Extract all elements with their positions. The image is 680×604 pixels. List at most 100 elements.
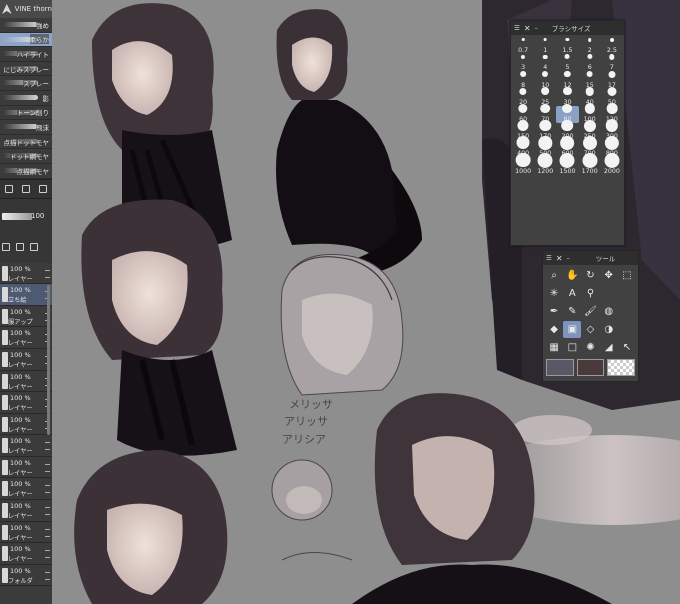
brush-size-option[interactable]: 1700 [579,152,601,175]
brush-size-option[interactable]: 1200 [534,152,556,175]
text-icon[interactable]: A [563,285,581,302]
eraser-icon[interactable]: ◇ [581,321,599,338]
minimize-icon[interactable]: – [567,254,570,262]
brush-stroke-preview [3,22,38,27]
lock-icon[interactable] [16,242,24,251]
grip-icon[interactable]: ☰ [514,24,520,32]
opacity-slider[interactable] [2,212,32,220]
pencil-icon[interactable]: ✎ [563,303,581,320]
layer-item[interactable]: 100 % レイヤー [0,478,52,501]
rotate-icon[interactable]: ↻ [581,267,599,284]
brush-item[interactable]: ドット網モヤ [0,149,52,164]
layer-menu-icon[interactable] [45,269,50,278]
brush-size-dot [586,70,594,78]
brush-size-option[interactable]: 3 [512,54,534,71]
layer-scrollbar[interactable] [47,285,50,435]
fill-icon[interactable]: ◆ [545,321,563,338]
brush-item[interactable]: スプレー [0,76,52,91]
layer-item[interactable]: 100 % レイヤー [0,457,52,479]
pen-icon[interactable]: ✒ [545,303,563,320]
duplicate-brush-icon[interactable] [21,184,30,193]
brush-item[interactable]: 点描網モヤ [0,164,52,179]
layer-menu-icon[interactable] [45,463,50,472]
layer-item[interactable]: 100 % レイヤー [0,543,52,565]
brush-item[interactable]: 影 [0,91,52,106]
brush-item[interactable]: トーン削り [0,106,52,121]
ruler-icon[interactable]: ◢ [600,339,618,356]
brush-item[interactable]: 点描ドットモヤ [0,135,52,150]
layer-item[interactable]: 100 % レイヤー [0,500,52,522]
layer-item[interactable]: 100 % 服アップ [0,306,52,328]
close-icon[interactable]: ✕ [556,254,563,263]
brush-set-header[interactable]: VINE thorn [0,0,52,18]
brush-size-option[interactable]: 6 [579,54,601,71]
close-icon[interactable]: ✕ [524,24,531,33]
minimize-icon[interactable]: – [535,24,538,32]
layer-folder[interactable]: 100 % フォルダ [0,565,52,587]
layer-item[interactable]: 100 % レイヤー [0,349,52,371]
palette-titlebar[interactable]: ☰ ✕ – ツール [543,251,638,265]
layer-menu-icon[interactable] [45,571,50,580]
brush-size-option[interactable]: 2000 [601,152,623,175]
brush-size-option[interactable]: 1000 [512,152,534,175]
layer-menu-icon[interactable] [45,528,50,537]
layer-item-selected[interactable]: 100 % 立ち絵 [0,284,52,306]
zoom-icon[interactable]: ⌕ [545,267,563,284]
main-color-swatch[interactable] [546,359,574,376]
layer-menu-icon[interactable] [45,485,50,494]
brush-size-option[interactable]: 7 [601,54,623,71]
brush-size-option[interactable]: 1.5 [556,37,578,54]
grip-icon[interactable]: ☰ [546,254,552,262]
brush-item-selected[interactable]: 柔らか [0,32,52,48]
layer-item[interactable]: 100 % レイヤー [0,522,52,544]
brush-item[interactable]: にじみスプレー [0,62,52,77]
blend-icon[interactable]: ◑ [600,321,618,338]
brush-size-option[interactable]: 2 [579,37,601,54]
palette-titlebar[interactable]: ☰ ✕ – ブラシサイズ [511,21,624,35]
layer-item[interactable]: 100 % レイヤー [0,263,52,285]
layer-mask-icon[interactable] [2,242,10,251]
brush-size-dot [515,152,531,168]
brush-size-option[interactable]: 1 [534,37,556,54]
transparent-color-swatch[interactable] [607,359,636,376]
layer-menu-icon[interactable] [45,442,50,451]
brush-size-dot [543,38,547,42]
brush-size-option[interactable]: 4 [534,54,556,71]
layer-menu-icon[interactable] [45,507,50,516]
brush-size-option[interactable]: 5 [556,54,578,71]
airbrush-icon[interactable]: ◍ [600,303,618,320]
gradient-icon[interactable]: ▦ [545,339,563,356]
hand-icon[interactable]: ✋ [563,267,581,284]
brush-size-option[interactable]: 0.7 [512,37,534,54]
stamp-icon[interactable]: ▣ [563,321,582,338]
layer-item[interactable]: 100 % レイヤー [0,435,52,457]
brush-size-option[interactable]: 2.5 [601,37,623,54]
eyedropper-icon[interactable]: ⚲ [581,285,599,302]
brush-size-option[interactable]: 1500 [556,152,578,175]
layer-item[interactable]: 100 % レイヤー [0,392,52,414]
layer-menu-icon[interactable] [45,550,50,559]
brush-item[interactable]: 飛沫 [0,120,52,135]
correction-icon[interactable]: ↖ [618,339,636,356]
brush-size-dot [541,87,550,96]
brush-item[interactable]: 強め [0,18,52,33]
sub-color-swatch[interactable] [576,359,605,376]
brush-size-dot [537,152,553,168]
delete-layer-icon[interactable] [30,242,38,251]
brush-settings-icon[interactable] [4,184,13,193]
shape-icon[interactable]: □ [563,339,581,356]
brush-size-option[interactable]: 8 [512,71,534,89]
wand-icon[interactable]: ✳ [545,285,563,302]
layer-item[interactable]: 100 % レイヤー [0,371,52,393]
brush-size-option[interactable]: 10 [534,71,556,89]
selection-icon[interactable]: ⬚ [618,267,636,284]
move-icon[interactable]: ✥ [600,267,618,284]
effect-line-icon[interactable]: ✺ [581,339,599,356]
layer-item[interactable]: 100 % レイヤー [0,414,52,436]
brush-icon[interactable]: 🖌 [581,303,599,320]
brush-size-dot [608,70,616,78]
brush-item[interactable]: ハイライト [0,47,52,62]
brush-size-option[interactable]: 12 [556,70,578,89]
layer-item[interactable]: 100 % レイヤー [0,327,52,349]
delete-brush-icon[interactable] [39,184,48,193]
